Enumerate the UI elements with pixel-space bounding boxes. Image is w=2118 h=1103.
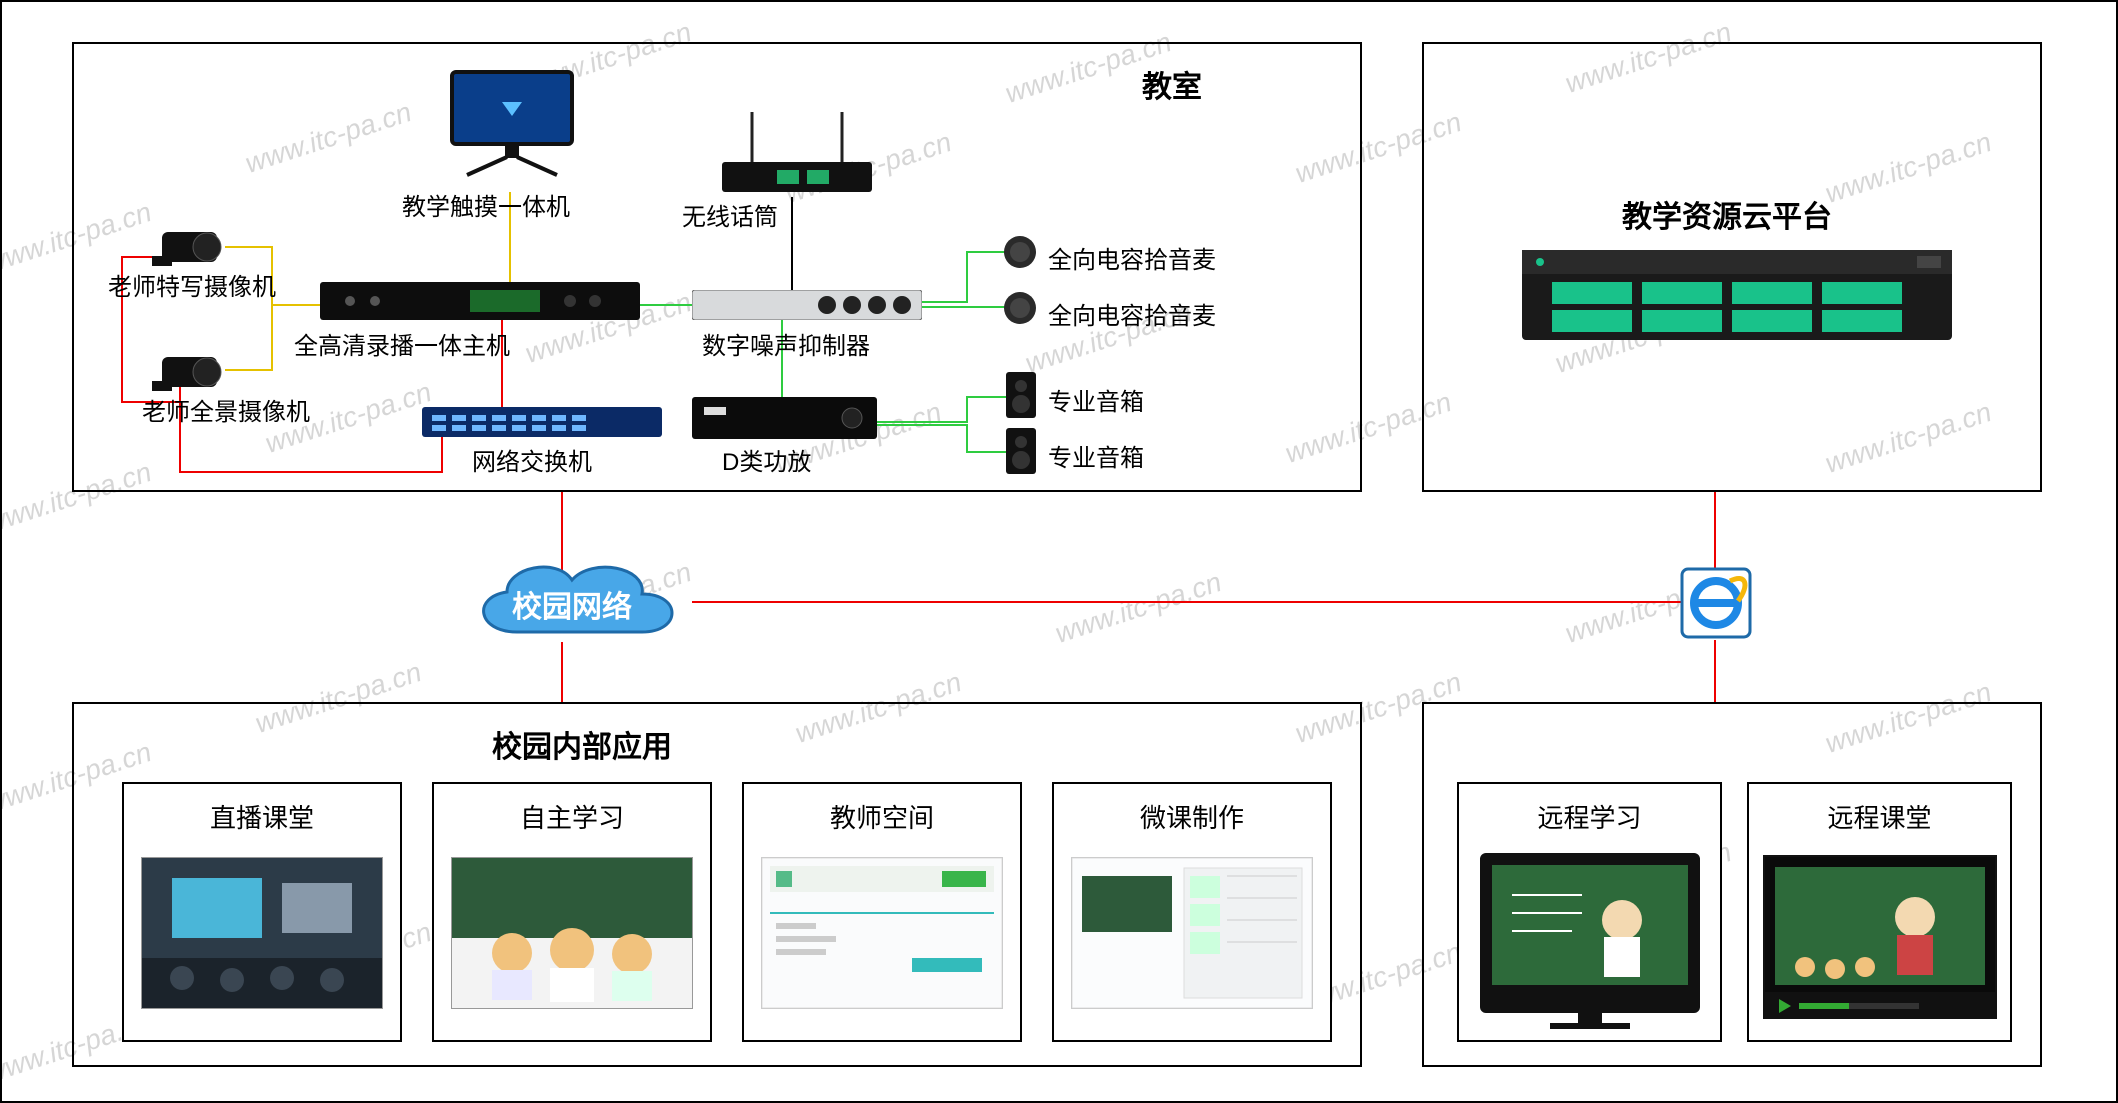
recorder-host-icon <box>320 282 640 325</box>
thumb-remote-class-icon <box>1763 855 1997 1019</box>
internal-apps-title: 校园内部应用 <box>492 722 672 766</box>
class-d-amp-label: D类功放 <box>722 442 811 477</box>
thumb-micro-lesson-icon <box>1071 857 1313 1009</box>
omni-mic-1-icon <box>1002 234 1038 275</box>
teacher-close-cam-icon <box>152 212 227 272</box>
noise-suppressor-icon <box>692 290 922 325</box>
internet-explorer-icon <box>1680 567 1752 644</box>
app-card-live-class: 直播课堂 <box>122 782 402 1042</box>
omni-mic-2-icon <box>1002 290 1038 331</box>
diagram-root: www.itc-pa.cn www.itc-pa.cn www.itc-pa.c… <box>0 0 2118 1103</box>
thumb-teacher-space-icon <box>761 857 1003 1009</box>
app-card-title: 直播课堂 <box>124 798 400 835</box>
thumb-live-class-icon <box>141 857 383 1009</box>
classroom-title: 教室 <box>1142 62 1202 106</box>
app-card-title: 微课制作 <box>1054 798 1330 835</box>
server-rack-icon <box>1522 250 1952 340</box>
monitor-stand-icon <box>1480 1013 1700 1031</box>
app-card-micro-lesson: 微课制作 <box>1052 782 1332 1042</box>
app-card-title: 自主学习 <box>434 798 710 835</box>
campus-network-label: 校园网络 <box>512 582 632 626</box>
speaker-1-label: 专业音箱 <box>1048 382 1144 417</box>
watermark-text: www.itc-pa.cn <box>1051 566 1225 650</box>
wireless-mic-icon <box>722 112 872 202</box>
app-card-title: 教师空间 <box>744 798 1020 835</box>
app-card-self-study: 自主学习 <box>432 782 712 1042</box>
touch-pc-icon <box>447 67 577 182</box>
cloud-platform-title: 教学资源云平台 <box>1622 192 1832 236</box>
thumb-remote-study-icon <box>1480 853 1700 1003</box>
recorder-host-label: 全高清录播一体主机 <box>294 326 510 361</box>
class-d-amp-icon <box>692 397 877 444</box>
omni-mic-2-label: 全向电容拾音麦 <box>1048 296 1216 331</box>
touch-pc-label: 教学触摸一体机 <box>402 187 570 222</box>
app-card-remote-study: 远程学习 <box>1457 782 1722 1042</box>
app-card-remote-class: 远程课堂 <box>1747 782 2012 1042</box>
speaker-2-icon <box>1006 428 1036 479</box>
teacher-pano-cam-icon <box>152 337 227 397</box>
teacher-close-cam-label: 老师特写摄像机 <box>108 267 276 302</box>
speaker-1-icon <box>1006 372 1036 423</box>
app-card-teacher-space: 教师空间 <box>742 782 1022 1042</box>
noise-suppressor-label: 数字噪声抑制器 <box>702 326 870 361</box>
network-switch-icon <box>422 407 662 442</box>
speaker-2-label: 专业音箱 <box>1048 438 1144 473</box>
app-card-title: 远程课堂 <box>1749 798 2010 835</box>
wireless-mic-label: 无线话筒 <box>682 197 778 232</box>
network-switch-label: 网络交换机 <box>472 442 592 477</box>
app-card-title: 远程学习 <box>1459 798 1720 835</box>
omni-mic-1-label: 全向电容拾音麦 <box>1048 240 1216 275</box>
teacher-pano-cam-label: 老师全景摄像机 <box>142 392 310 427</box>
thumb-self-study-icon <box>451 857 693 1009</box>
